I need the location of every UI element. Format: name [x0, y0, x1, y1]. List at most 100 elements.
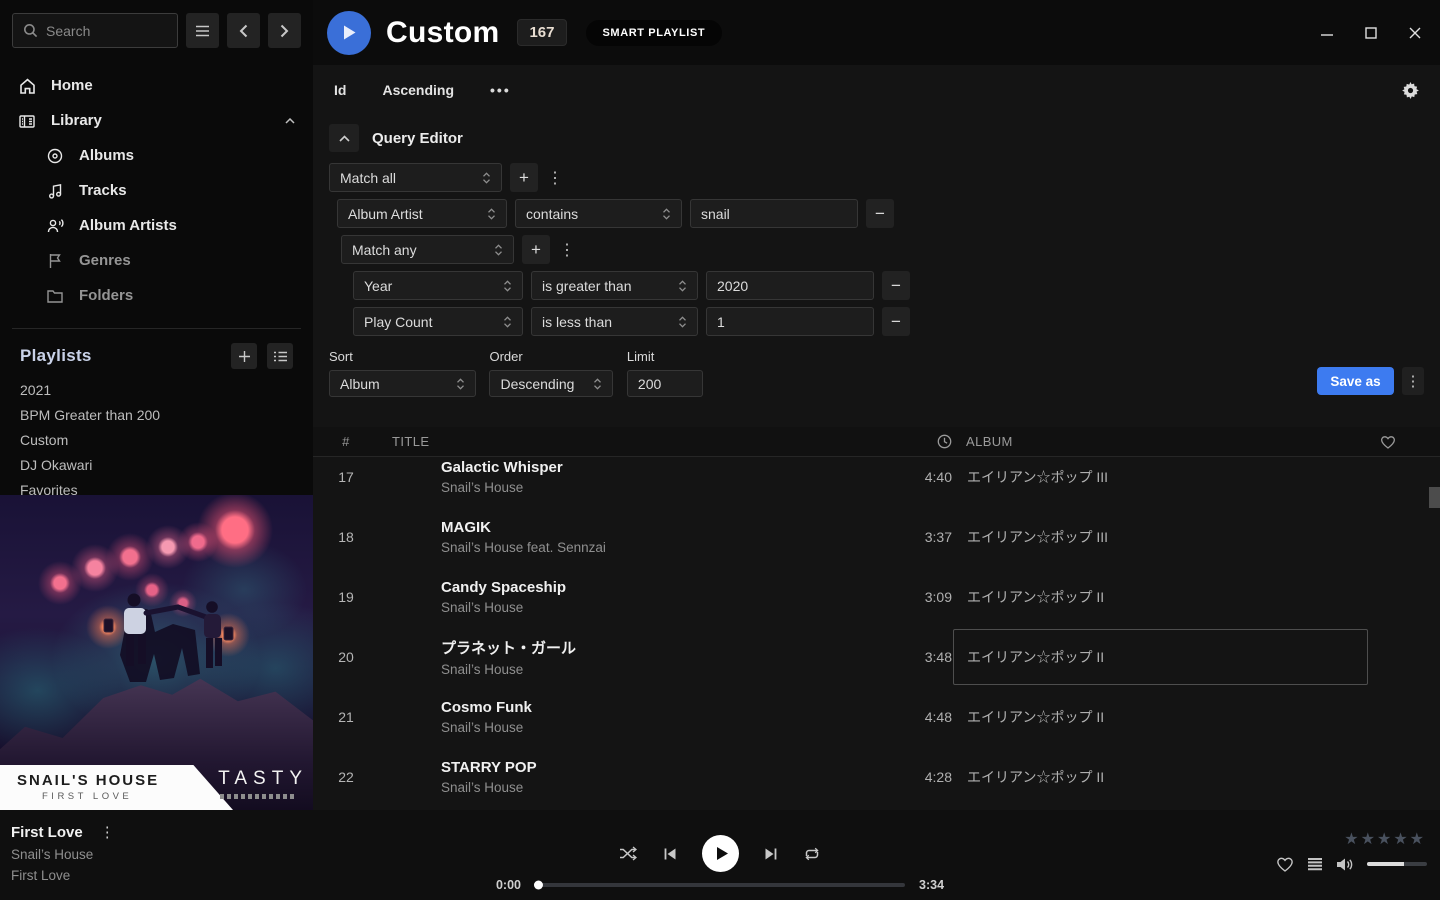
track-album-cell[interactable]: エイリアン☆ポップ II	[952, 569, 1380, 625]
rule-value-input[interactable]	[706, 307, 874, 336]
sidebar-item-tracks[interactable]: Tracks	[0, 173, 313, 208]
track-album-cell[interactable]: エイリアン☆ポップ III	[952, 509, 1380, 565]
progress-thumb[interactable]	[534, 881, 543, 890]
track-album-cell[interactable]: エイリアン☆ポップ II	[952, 749, 1380, 805]
sidebar-item-albums[interactable]: Albums	[0, 138, 313, 173]
group-menu-icon[interactable]: ⋮	[546, 168, 564, 188]
chevron-up-icon[interactable]	[285, 118, 295, 124]
column-favorite[interactable]	[1380, 435, 1440, 449]
track-duration: 3:37	[892, 529, 952, 545]
rule-value-input[interactable]	[706, 271, 874, 300]
collapse-query-editor-button[interactable]	[329, 124, 359, 152]
star-icon[interactable]	[1344, 829, 1358, 849]
track-title: プラネット・ガール	[441, 637, 892, 658]
column-album[interactable]: ALBUM	[952, 434, 1380, 449]
playlist-item[interactable]: Custom	[0, 428, 313, 453]
scrollbar-thumb[interactable]	[1429, 487, 1440, 508]
track-table: # TITLE ALBUM 17	[313, 427, 1440, 810]
volume-icon[interactable]	[1336, 857, 1354, 872]
nav-back-button[interactable]	[227, 13, 260, 48]
minimize-button[interactable]	[1312, 18, 1342, 48]
add-rule-button[interactable]: +	[522, 235, 550, 264]
sort-direction-button[interactable]: Ascending	[382, 82, 454, 98]
add-rule-button[interactable]: +	[510, 163, 538, 192]
search-input[interactable]	[46, 23, 158, 39]
sidebar-item-genres[interactable]: Genres	[0, 243, 313, 278]
group-menu-icon[interactable]: ⋮	[558, 240, 576, 260]
track-album-cell[interactable]: エイリアン☆ポップ III	[952, 449, 1380, 505]
playlist-item[interactable]: BPM Greater than 200	[0, 403, 313, 428]
close-button[interactable]	[1400, 18, 1430, 48]
sidebar-item-library[interactable]: Library	[0, 103, 313, 138]
clock-icon	[937, 434, 952, 449]
sidebar-item-label: Library	[51, 112, 102, 129]
track-main: プラネット・ガール Snail’s House	[441, 637, 892, 677]
sort-field-button[interactable]: Id	[334, 82, 346, 98]
playlist-item[interactable]: DJ Okawari	[0, 453, 313, 478]
heart-icon	[1276, 856, 1294, 872]
next-track-button[interactable]	[764, 847, 778, 861]
rule-operator-select[interactable]: is greater than	[531, 271, 698, 300]
column-number[interactable]: #	[313, 434, 379, 449]
save-menu-icon[interactable]: ⋮	[1402, 367, 1424, 395]
rule-value-input[interactable]	[690, 199, 858, 228]
track-album-cell[interactable]: エイリアン☆ポップ II	[952, 689, 1380, 745]
table-row[interactable]: 20 プラネット・ガール Snail’s House 3:48 エイリアン☆ポッ…	[313, 627, 1440, 687]
previous-track-button[interactable]	[663, 847, 677, 861]
shuffle-button[interactable]	[619, 846, 638, 861]
queue-button[interactable]	[1307, 857, 1323, 871]
rule-operator-select[interactable]: is less than	[531, 307, 698, 336]
star-icon[interactable]	[1410, 829, 1424, 849]
match-select[interactable]: Match any	[341, 235, 514, 264]
rule-operator-select[interactable]: contains	[515, 199, 682, 228]
remove-rule-button[interactable]: −	[882, 307, 910, 336]
rule-field-select[interactable]: Play Count	[353, 307, 523, 336]
limit-input[interactable]	[627, 370, 703, 397]
table-row[interactable]: 18 MAGIK Snail’s House feat. Sennzai 3:3…	[313, 507, 1440, 567]
match-select[interactable]: Match all	[329, 163, 502, 192]
menu-button[interactable]	[186, 13, 219, 48]
track-duration: 4:48	[892, 709, 952, 725]
playlist-item[interactable]: 2021	[0, 378, 313, 403]
now-playing-menu-icon[interactable]: ⋮	[100, 823, 115, 841]
table-row[interactable]: 19 Candy Spaceship Snail’s House 3:09 エイ…	[313, 567, 1440, 627]
order-select-value: Descending	[500, 376, 574, 392]
unfold-icon	[678, 279, 687, 293]
playlist-list-button[interactable]	[267, 343, 293, 369]
column-duration[interactable]	[892, 434, 952, 449]
track-album: エイリアン☆ポップ III	[966, 509, 1381, 565]
table-row[interactable]: 21 Cosmo Funk Snail’s House 4:48 エイリアン☆ポ…	[313, 687, 1440, 747]
volume-slider[interactable]	[1367, 862, 1427, 866]
track-album-cell[interactable]: エイリアン☆ポップ II	[952, 629, 1380, 685]
play-pause-button[interactable]	[702, 835, 739, 872]
sidebar-item-folders[interactable]: Folders	[0, 278, 313, 313]
now-playing-album-art[interactable]: SNAIL'S HOUSE FIRST LOVE TASTY	[0, 495, 313, 810]
settings-gear-icon[interactable]	[1402, 82, 1419, 99]
star-icon[interactable]	[1361, 829, 1375, 849]
rule-field-select[interactable]: Year	[353, 271, 523, 300]
remove-rule-button[interactable]: −	[882, 271, 910, 300]
favorite-button[interactable]	[1276, 856, 1294, 872]
save-as-button[interactable]: Save as	[1317, 367, 1394, 395]
star-icon[interactable]	[1377, 829, 1391, 849]
nav-forward-button[interactable]	[268, 13, 301, 48]
search-box[interactable]	[12, 13, 178, 48]
repeat-button[interactable]	[803, 847, 821, 861]
unfold-icon	[593, 377, 602, 391]
column-title[interactable]: TITLE	[379, 434, 892, 449]
play-playlist-button[interactable]	[327, 11, 371, 55]
album-art-banner: SNAIL'S HOUSE FIRST LOVE	[0, 765, 233, 810]
maximize-button[interactable]	[1356, 18, 1386, 48]
add-playlist-button[interactable]	[231, 343, 257, 369]
sidebar-item-home[interactable]: Home	[0, 68, 313, 103]
order-select[interactable]: Descending	[489, 370, 613, 397]
progress-bar[interactable]	[535, 883, 905, 887]
sort-select[interactable]: Album	[329, 370, 476, 397]
table-row[interactable]: 22 STARRY POP Snail’s House 4:28 エイリアン☆ポ…	[313, 747, 1440, 807]
star-icon[interactable]	[1393, 829, 1407, 849]
remove-rule-button[interactable]: −	[866, 199, 894, 228]
rule-field-select[interactable]: Album Artist	[337, 199, 507, 228]
sidebar-item-album-artists[interactable]: Album Artists	[0, 208, 313, 243]
record-label-logo: TASTY	[218, 768, 308, 799]
more-options-icon[interactable]: •••	[490, 82, 511, 98]
